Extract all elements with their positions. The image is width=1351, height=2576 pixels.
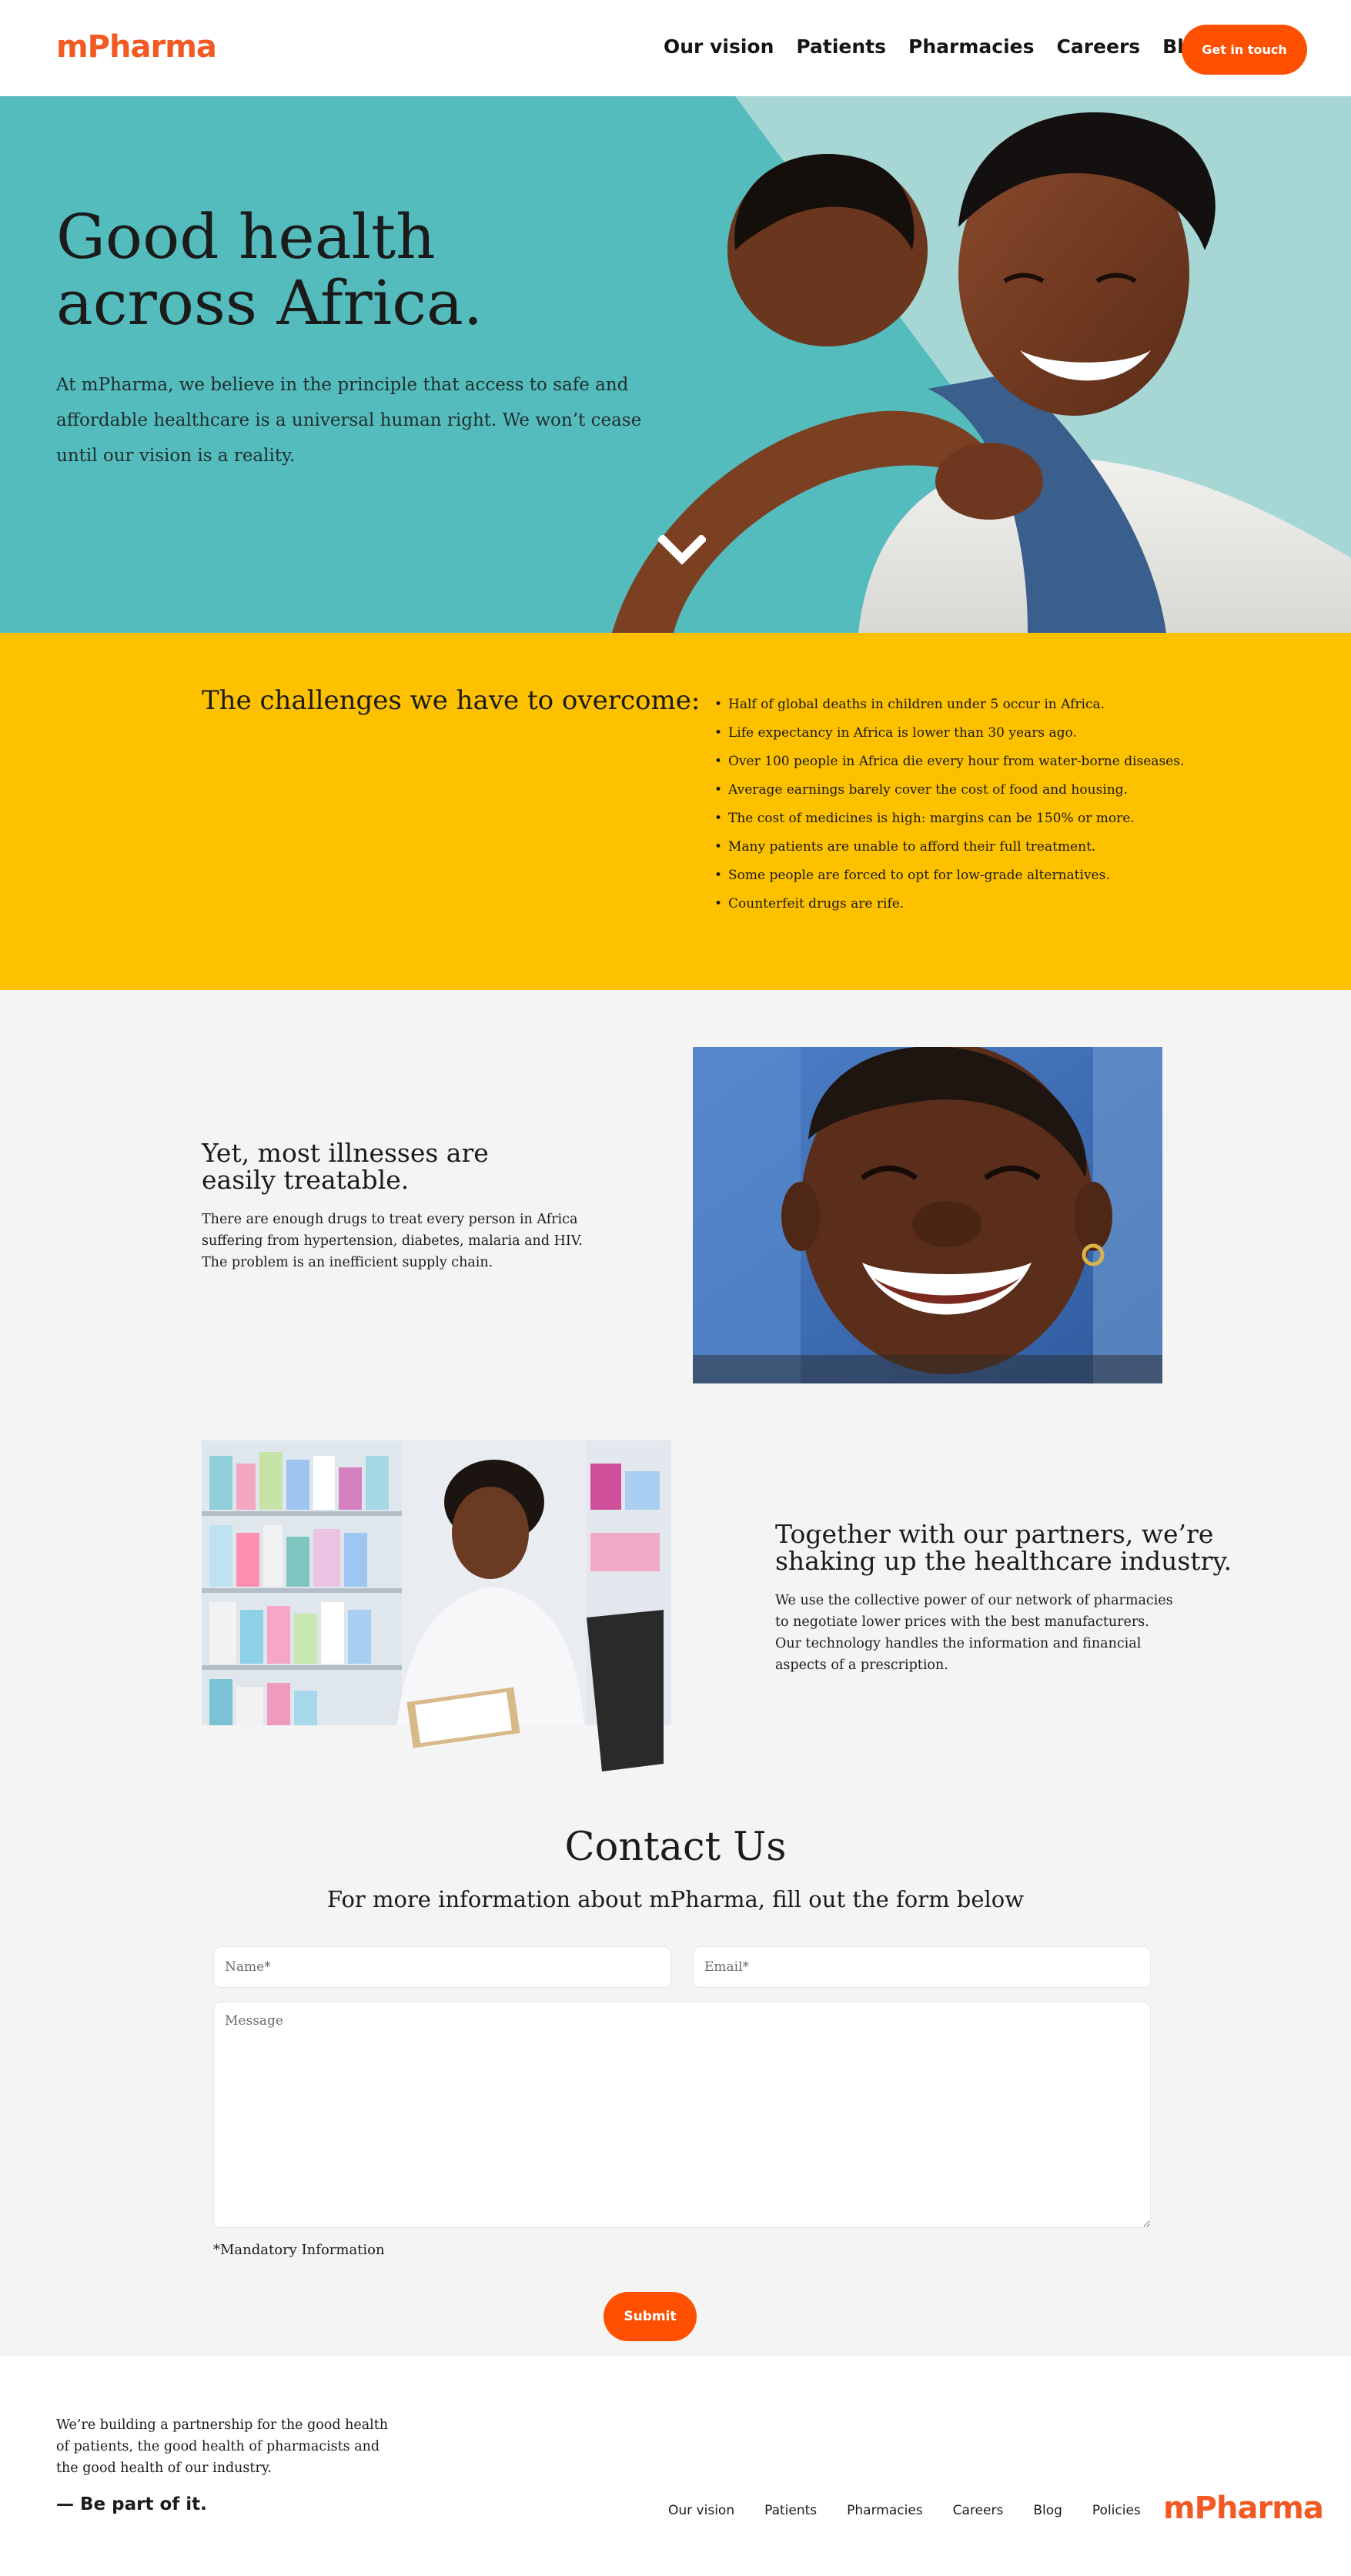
main-nav: Our vision Patients Pharmacies Careers B… (664, 35, 1211, 58)
site-header: mPharma Our vision Patients Pharmacies C… (0, 0, 1351, 96)
list-item: Over 100 people in Africa die every hour… (714, 748, 1184, 776)
feature-title-line-2: easily treatable. (202, 1165, 410, 1195)
message-field[interactable] (213, 2002, 1151, 2228)
hero-photo-father-and-child (597, 96, 1351, 633)
hero-text: At mPharma, we believe in the principle … (56, 375, 642, 466)
feature-title-treatable: Yet, most illnesses are easily treatable… (202, 1139, 489, 1193)
footer-text: We’re building a partnership for the goo… (56, 2417, 389, 2476)
footer-link-careers[interactable]: Careers (953, 2503, 1004, 2518)
feature-title-line-1: Together with our partners, we’re (775, 1519, 1214, 1549)
challenges-list: Half of global deaths in children under … (714, 691, 1184, 918)
smiling-child-photo (693, 1047, 1162, 1383)
footer-link-pharmacies[interactable]: Pharmacies (847, 2503, 923, 2518)
feature-text-treatable: There are enough drugs to treat every pe… (202, 1212, 583, 1270)
footer-tagline: — Be part of it. (56, 2494, 207, 2514)
feature-text-partners: We use the collective power of our netwo… (775, 1593, 1173, 1673)
list-item: Life expectancy in Africa is lower than … (714, 719, 1184, 748)
list-item: Half of global deaths in children under … (714, 691, 1184, 719)
email-field[interactable] (693, 1946, 1151, 1988)
challenges-title: The challenges we have to overcome: (202, 685, 701, 716)
footer-link-blog[interactable]: Blog (1033, 2503, 1062, 2518)
pharmacist-photo (202, 1440, 671, 1777)
footer-nav: Our vision Patients Pharmacies Careers B… (668, 2503, 1141, 2518)
contact-title: Contact Us (564, 1825, 787, 1870)
header-logo[interactable]: mPharma (56, 29, 217, 65)
nav-item-our-vision[interactable]: Our vision (664, 35, 774, 58)
footer-link-patients[interactable]: Patients (764, 2503, 817, 2518)
hero-title-line-2: across Africa. (56, 267, 483, 339)
feature-title-line-1: Yet, most illnesses are (202, 1138, 489, 1168)
nav-item-patients[interactable]: Patients (796, 35, 886, 58)
mandatory-note: *Mandatory Information (213, 2242, 385, 2258)
feature-title-line-2: shaking up the healthcare industry. (775, 1546, 1232, 1576)
challenges-section: The challenges we have to overcome: Half… (0, 633, 1351, 990)
chevron-down-icon[interactable] (658, 535, 706, 566)
footer-link-our-vision[interactable]: Our vision (668, 2503, 734, 2518)
footer-link-policies[interactable]: Policies (1092, 2503, 1141, 2518)
feature-title-partners: Together with our partners, we’re shakin… (775, 1521, 1232, 1574)
get-in-touch-button[interactable]: Get in touch (1182, 25, 1307, 75)
footer-logo[interactable]: mPharma (1163, 2491, 1324, 2526)
list-item: Counterfeit drugs are rife. (714, 890, 1184, 918)
name-field[interactable] (213, 1946, 671, 1988)
nav-item-pharmacies[interactable]: Pharmacies (908, 35, 1034, 58)
contact-subtitle: For more information about mPharma, fill… (326, 1886, 1025, 1912)
submit-button[interactable]: Submit (604, 2292, 697, 2341)
list-item: Some people are forced to opt for low-gr… (714, 861, 1184, 890)
hero-title: Good health across Africa. (56, 204, 595, 336)
list-item: The cost of medicines is high: margins c… (714, 805, 1184, 833)
list-item: Many patients are unable to afford their… (714, 833, 1184, 861)
site-footer: We’re building a partnership for the goo… (0, 2356, 1351, 2576)
list-item: Average earnings barely cover the cost o… (714, 776, 1184, 805)
hero-title-line-1: Good health (56, 201, 436, 273)
nav-item-careers[interactable]: Careers (1056, 35, 1140, 58)
hero-section: Good health across Africa. At mPharma, w… (0, 96, 1351, 633)
